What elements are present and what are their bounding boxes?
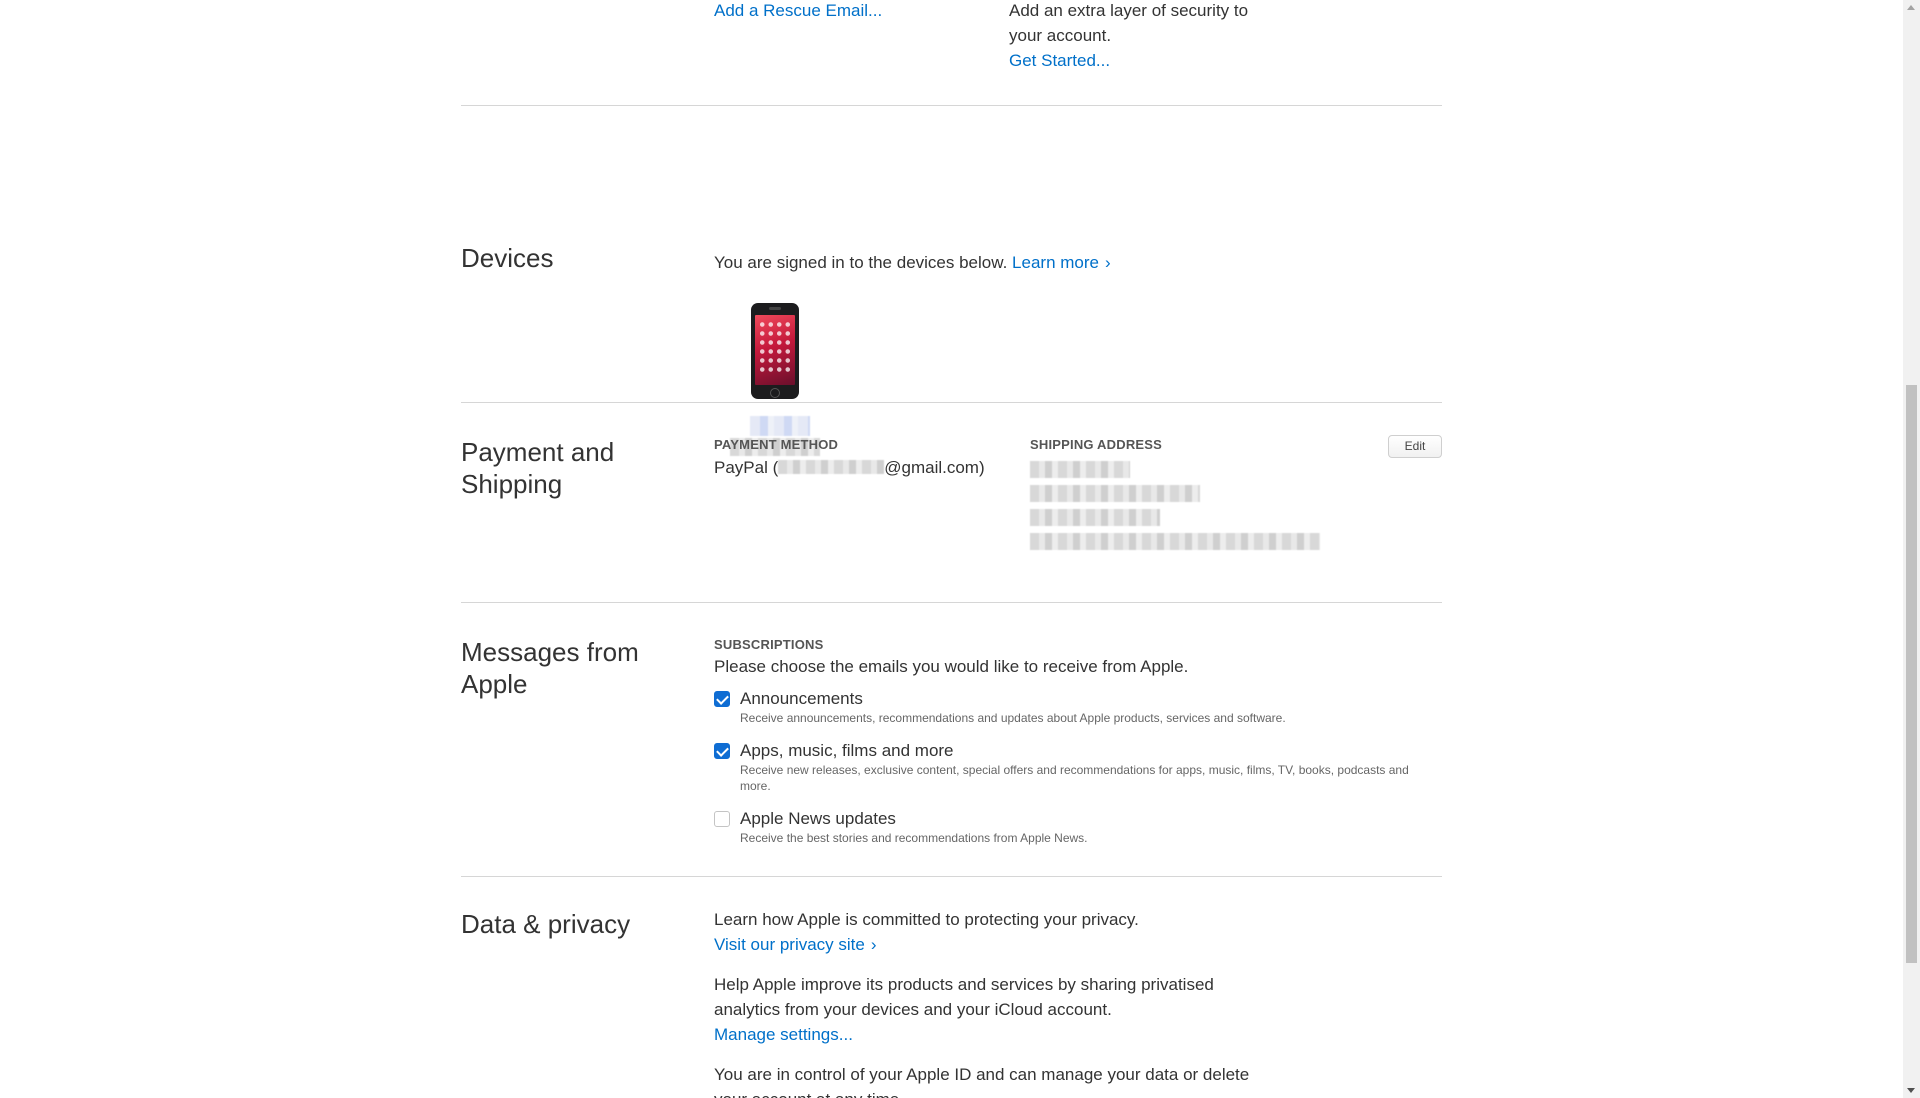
privacy-section: Data & privacy Learn how Apple is commit… <box>461 877 1442 1098</box>
get-started-link[interactable]: Get Started... <box>1009 48 1110 73</box>
devices-intro: You are signed in to the devices below. … <box>714 250 1111 275</box>
add-rescue-email-link[interactable]: Add a Rescue Email... <box>714 0 882 23</box>
option-description: Receive announcements, recommendations a… <box>740 711 1286 725</box>
payment-method-suffix: @gmail.com) <box>884 458 985 477</box>
apple-news-checkbox[interactable] <box>714 811 730 827</box>
vertical-scrollbar[interactable] <box>1903 0 1920 1098</box>
scroll-up-arrow-icon[interactable] <box>1907 5 1915 10</box>
payment-method-value: PayPal ( @gmail.com) <box>714 455 985 480</box>
payment-shipping-title: Payment and Shipping <box>461 437 615 499</box>
account-content: Add a Rescue Email... Add an extra layer… <box>461 0 1442 1098</box>
payment-method: PAYMENT METHOD PayPal ( @gmail.com) <box>714 437 985 480</box>
devices-title: Devices <box>461 243 554 273</box>
redacted-email <box>778 460 885 474</box>
chevron-right-icon: › <box>1104 253 1111 272</box>
subscription-option-announcements: Announcements Receive announcements, rec… <box>714 688 1442 726</box>
security-section: Add a Rescue Email... Add an extra layer… <box>461 0 1442 106</box>
privacy-site-link[interactable]: Visit our privacy site › <box>714 932 877 957</box>
control-text: You are in control of your Apple ID and … <box>714 1065 1250 1098</box>
phone-speaker <box>769 307 781 310</box>
privacy-content: Learn how Apple is committed to protecti… <box>714 907 1274 1098</box>
messages-title: Messages from Apple <box>461 637 639 699</box>
messages-section: Messages from Apple SUBSCRIPTIONS Please… <box>461 603 1442 877</box>
privacy-site-label: Visit our privacy site <box>714 935 865 954</box>
option-description: Receive new releases, exclusive content,… <box>740 763 1409 793</box>
option-description: Receive the best stories and recommendat… <box>740 831 1088 845</box>
chevron-right-icon: › <box>870 935 877 954</box>
redacted-line <box>1030 461 1130 478</box>
app-icons-grid <box>758 320 792 376</box>
payment-method-label: PAYMENT METHOD <box>714 437 839 452</box>
learn-more-label: Learn more <box>1012 253 1099 272</box>
payment-shipping-section: Payment and Shipping PAYMENT METHOD PayP… <box>461 403 1442 603</box>
option-title[interactable]: Apps, music, films and more <box>740 740 1442 762</box>
subscriptions-intro: Please choose the emails you would like … <box>714 657 1189 676</box>
privacy-title: Data & privacy <box>461 909 631 939</box>
devices-section: Devices You are signed in to the devices… <box>461 106 1442 456</box>
redacted-line <box>1030 533 1320 550</box>
apps-music-checkbox[interactable] <box>714 743 730 759</box>
option-title[interactable]: Apple News updates <box>740 808 1442 830</box>
redacted-line <box>1030 485 1200 502</box>
announcements-checkbox[interactable] <box>714 691 730 707</box>
subscriptions-block: SUBSCRIPTIONS Please choose the emails y… <box>714 637 1442 860</box>
manage-settings-link[interactable]: Manage settings... <box>714 1022 1274 1047</box>
phone-screen <box>755 315 795 385</box>
redacted-line <box>1030 509 1160 526</box>
payment-method-prefix: PayPal ( <box>714 458 779 477</box>
shipping-address-label: SHIPPING ADDRESS <box>1030 437 1163 452</box>
account-page: Add a Rescue Email... Add an extra layer… <box>0 0 1903 1098</box>
two-factor-text: Add an extra layer of security to your a… <box>1009 1 1249 45</box>
shipping-address: SHIPPING ADDRESS <box>1030 437 1320 550</box>
iphone-icon[interactable] <box>751 303 799 399</box>
privacy-intro: Learn how Apple is committed to protecti… <box>714 910 1139 929</box>
subscription-option-apple-news: Apple News updates Receive the best stor… <box>714 808 1442 846</box>
devices-intro-text: You are signed in to the devices below. <box>714 253 1008 272</box>
scroll-down-arrow-icon[interactable] <box>1907 1088 1915 1093</box>
option-title[interactable]: Announcements <box>740 688 1442 710</box>
analytics-text: Help Apple improve its products and serv… <box>714 975 1214 1019</box>
learn-more-link[interactable]: Learn more › <box>1012 253 1111 272</box>
edit-button[interactable]: Edit <box>1388 435 1442 458</box>
phone-home-button <box>770 388 780 398</box>
scrollbar-thumb[interactable] <box>1906 385 1917 963</box>
subscription-option-apps-music: Apps, music, films and more Receive new … <box>714 740 1442 794</box>
subscriptions-label: SUBSCRIPTIONS <box>714 637 824 652</box>
